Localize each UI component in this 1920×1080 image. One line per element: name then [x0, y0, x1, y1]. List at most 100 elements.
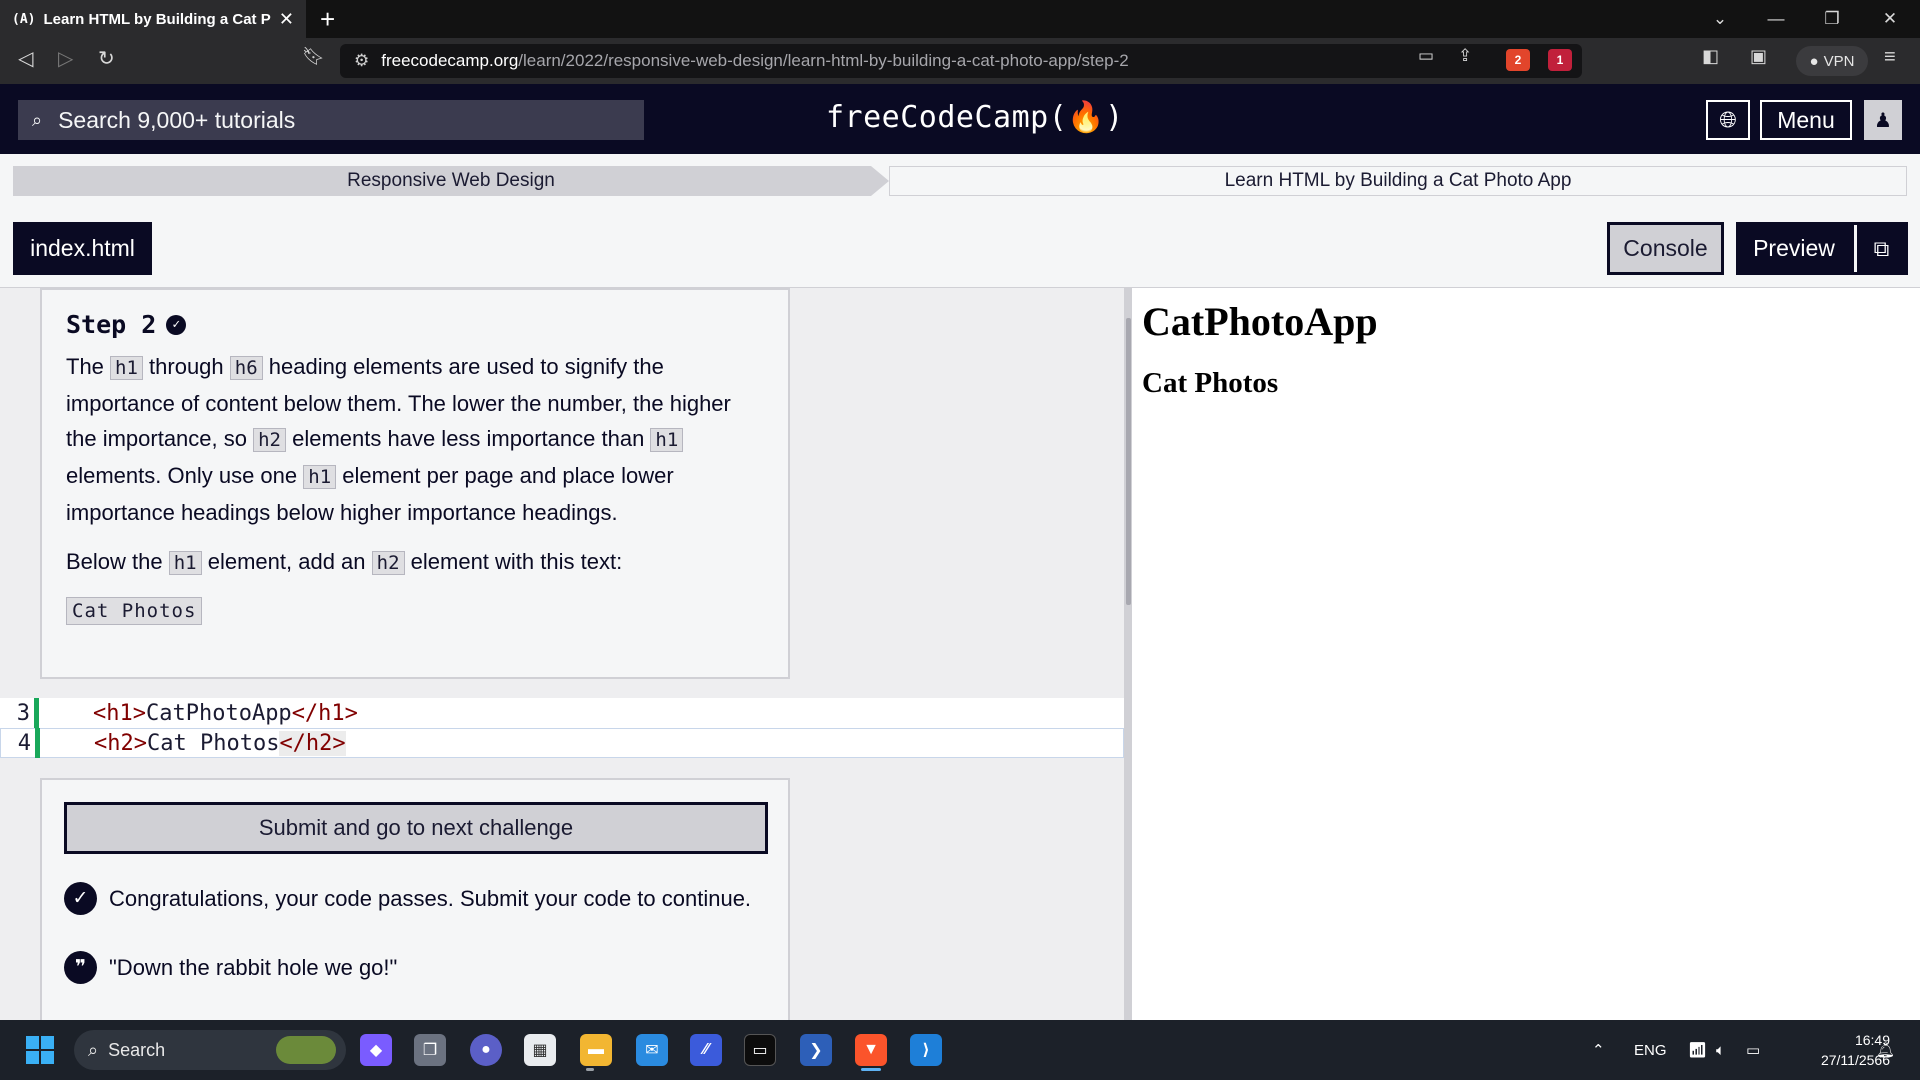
code-line[interactable]: 3 <h1>CatPhotoApp</h1>: [0, 698, 1124, 728]
microsoft-store-icon[interactable]: ▦: [524, 1034, 556, 1066]
address-bar[interactable]: ⚙︎ freecodecamp.org/learn/2022/responsiv…: [340, 44, 1582, 78]
code-text[interactable]: <h1>CatPhotoApp</h1>: [93, 701, 358, 726]
text: elements. Only use one: [66, 463, 304, 488]
browser-menu-icon[interactable]: ≡: [1884, 46, 1896, 69]
fcc-navbar: ⌕ Search 9,000+ tutorials freeCodeCamp(🔥…: [0, 84, 1920, 154]
quote-icon: ❞: [64, 951, 97, 984]
close-tab-icon[interactable]: ✕: [279, 9, 294, 30]
url-path: /learn/2022/responsive-web-design/learn-…: [518, 51, 1129, 70]
reload-icon[interactable]: ↻: [98, 46, 115, 71]
popout-preview-icon[interactable]: ⧉: [1854, 225, 1906, 272]
search-icon: ⌕: [88, 1039, 99, 1060]
cast-icon[interactable]: ▭: [1418, 46, 1434, 66]
forward-icon[interactable]: ▷: [58, 46, 73, 71]
breadcrumb-superblock[interactable]: Responsive Web Design: [13, 166, 889, 196]
task-view-icon[interactable]: ❐: [414, 1034, 446, 1066]
site-settings-icon[interactable]: ⚙︎: [354, 51, 369, 71]
windows-start-icon[interactable]: [26, 1036, 54, 1064]
inline-code: h1: [303, 465, 337, 489]
breadcrumb-block[interactable]: Learn HTML by Building a Cat Photo App: [889, 166, 1907, 196]
inline-code: h1: [110, 356, 143, 380]
code-content: Cat Photos: [146, 730, 280, 756]
browser-toolbar: ◁ ▷ ↻ 🔖︎ ⚙︎ freecodecamp.org/learn/2022/…: [0, 38, 1920, 84]
preview-button[interactable]: Preview ⧉: [1736, 222, 1908, 275]
volume-icon[interactable]: 🔈︎: [1716, 1020, 1725, 1080]
preview-pane: CatPhotoApp Cat Photos: [1132, 288, 1920, 1020]
breadcrumb: Responsive Web Design Learn HTML by Buil…: [13, 166, 1907, 196]
search-input[interactable]: ⌕ Search 9,000+ tutorials: [18, 100, 644, 140]
file-tab-index-html[interactable]: index.html: [13, 222, 152, 275]
brave-shields-icon[interactable]: 2: [1506, 49, 1530, 71]
console-button[interactable]: Console: [1607, 222, 1724, 275]
sidebar-icon[interactable]: ◧: [1702, 46, 1719, 67]
notification-bell-icon[interactable]: 🔔︎: [1876, 1020, 1895, 1080]
code-line-active[interactable]: 4 <h2>Cat Photos</h2>: [0, 728, 1124, 758]
instructions-panel: Step 2 ✓ The h1 through h6 heading eleme…: [40, 288, 790, 679]
clock-time: 16:49: [1854, 1032, 1890, 1048]
brave-rewards-icon[interactable]: 1: [1548, 49, 1572, 71]
code-tag: </h1>: [291, 700, 358, 726]
wifi-icon[interactable]: 📶︎: [1688, 1020, 1707, 1080]
submit-button[interactable]: Submit and go to next challenge: [64, 802, 768, 854]
language-indicator[interactable]: ENG: [1634, 1020, 1667, 1080]
inline-code: h1: [168, 551, 202, 575]
language-globe-icon[interactable]: 🌐︎: [1706, 100, 1750, 140]
results-panel: Submit and go to next challenge ✓ Congra…: [40, 778, 790, 1038]
search-highlight-image: [276, 1036, 336, 1064]
visual-studio-icon[interactable]: ∕∕: [690, 1034, 722, 1066]
avatar[interactable]: ♟: [1864, 100, 1902, 140]
mail-icon[interactable]: ✉: [636, 1034, 668, 1066]
back-icon[interactable]: ◁: [18, 46, 33, 71]
new-tab-icon[interactable]: +: [320, 6, 335, 32]
battery-icon[interactable]: ▭: [1746, 1020, 1760, 1080]
instructions-paragraph-1: The h1 through h6 heading elements are u…: [66, 349, 764, 530]
taskbar-clock[interactable]: 16:49 27/11/2566: [1770, 1030, 1890, 1070]
teams-chat-icon[interactable]: ●: [470, 1034, 502, 1066]
restore-icon[interactable]: ❐: [1804, 0, 1860, 38]
text: Below the: [66, 549, 169, 574]
copilot-icon[interactable]: ◆: [360, 1034, 392, 1066]
brave-browser-icon[interactable]: ▼: [855, 1034, 887, 1066]
inline-code: h1: [650, 428, 684, 452]
minimize-icon[interactable]: —: [1748, 0, 1804, 38]
taskbar-search[interactable]: ⌕ Search: [74, 1030, 346, 1070]
terminal-icon[interactable]: ▭: [744, 1034, 776, 1066]
inline-code: h2: [253, 428, 286, 452]
tray-overflow-icon[interactable]: ⌃: [1592, 1020, 1605, 1080]
scrollbar-thumb[interactable]: [1126, 318, 1131, 605]
fcc-logo[interactable]: freeCodeCamp(🔥): [826, 100, 1123, 135]
close-window-icon[interactable]: ✕: [1862, 0, 1918, 38]
example-code-block: Cat Photos: [66, 597, 203, 625]
bookmark-icon[interactable]: 🔖︎: [302, 46, 325, 67]
text: element, add an: [201, 549, 372, 574]
code-content: CatPhotoApp: [145, 700, 292, 726]
code-editor[interactable]: 3 <h1>CatPhotoApp</h1> 4 <h2>Cat Photos<…: [0, 698, 1124, 758]
preview-label: Preview: [1753, 235, 1835, 261]
wallet-icon[interactable]: ▣: [1750, 46, 1767, 67]
vpn-button[interactable]: ● VPN: [1796, 46, 1868, 76]
search-icon: ⌕: [32, 109, 43, 130]
vscode-icon[interactable]: ⟩: [910, 1034, 942, 1066]
code-tag: </h2>: [279, 730, 346, 756]
tab-search-chevron-icon[interactable]: ⌄: [1692, 0, 1748, 38]
quote-message: ❞ "Down the rabbit hole we go!": [64, 951, 766, 984]
success-message: ✓ Congratulations, your code passes. Sub…: [64, 882, 766, 915]
line-number: 3: [16, 700, 30, 726]
browser-tab[interactable]: (A) Learn HTML by Building a Cat Photo A…: [0, 0, 306, 38]
step-title: Step 2 ✓: [66, 310, 764, 339]
left-pane: Step 2 ✓ The h1 through h6 heading eleme…: [0, 288, 1124, 1038]
windows-taskbar: ⌕ Search ◆ ❐ ● ▦ ▬ ✉ ∕∕ ▭ ❯ ▼ ⟩: [0, 1020, 1920, 1080]
share-icon[interactable]: ⇪: [1458, 46, 1472, 66]
file-explorer-icon[interactable]: ▬: [580, 1034, 612, 1066]
line-number: 4: [17, 730, 31, 756]
text: element with this text:: [404, 549, 623, 574]
text: The: [66, 354, 111, 379]
powershell-icon[interactable]: ❯: [800, 1034, 832, 1066]
pane-splitter[interactable]: [1124, 288, 1132, 1020]
code-text[interactable]: <h2>Cat Photos</h2>: [94, 730, 346, 756]
inline-code: h6: [229, 356, 263, 380]
code-tag: <h2>: [94, 730, 147, 756]
menu-button[interactable]: Menu: [1760, 100, 1852, 140]
changed-line-marker: [35, 728, 40, 758]
vpn-label: VPN: [1823, 52, 1855, 70]
